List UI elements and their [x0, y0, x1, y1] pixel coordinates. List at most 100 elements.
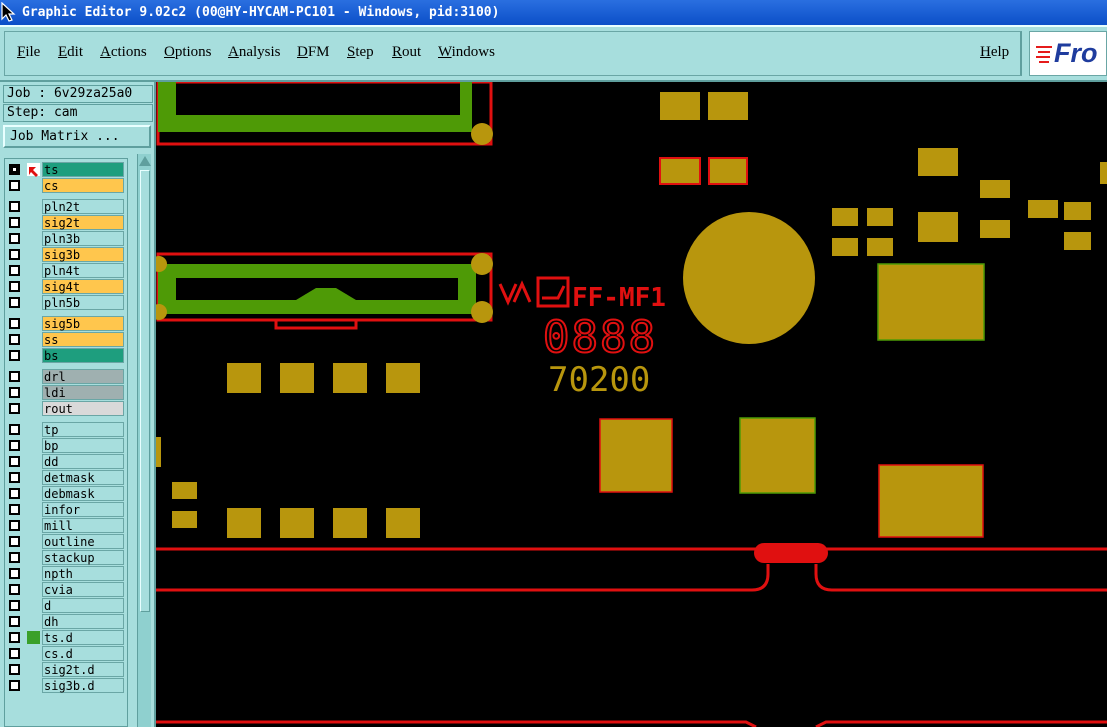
layer-row-debmask[interactable]: debmask [5, 486, 129, 502]
layer-checkbox[interactable] [9, 472, 20, 483]
layer-checkbox[interactable] [9, 334, 20, 345]
layer-row-drl[interactable]: drl [5, 369, 129, 385]
layer-checkbox[interactable] [9, 387, 20, 398]
layer-name-label[interactable]: drl [42, 369, 124, 384]
layer-checkbox[interactable] [9, 664, 20, 675]
layer-name-label[interactable]: ss [42, 332, 124, 347]
layer-name-label[interactable]: cvia [42, 582, 124, 597]
layer-row-bp[interactable]: bp [5, 438, 129, 454]
layer-checkbox[interactable] [9, 680, 20, 691]
layer-row-sig2t-d[interactable]: sig2t.d [5, 662, 129, 678]
layer-checkbox[interactable] [9, 632, 20, 643]
layer-checkbox[interactable] [9, 616, 20, 627]
layer-row-d[interactable]: d [5, 598, 129, 614]
layer-checkbox[interactable] [9, 217, 20, 228]
layer-name-label[interactable]: sig3b.d [42, 678, 124, 693]
layer-row-stackup[interactable]: stackup [5, 550, 129, 566]
layer-name-label[interactable]: sig2t [42, 215, 124, 230]
layer-name-label[interactable]: pln3b [42, 231, 124, 246]
menu-analysis[interactable]: Analysis [228, 44, 281, 61]
layer-checkbox[interactable] [9, 164, 20, 175]
layer-checkbox[interactable] [9, 440, 20, 451]
layer-row-cvia[interactable]: cvia [5, 582, 129, 598]
layer-name-label[interactable]: sig2t.d [42, 662, 124, 677]
layer-row-ldi[interactable]: ldi [5, 385, 129, 401]
layer-name-label[interactable]: ldi [42, 385, 124, 400]
layer-checkbox[interactable] [9, 201, 20, 212]
scroll-up-arrow-icon[interactable] [139, 156, 151, 166]
layer-checkbox[interactable] [9, 265, 20, 276]
layer-checkbox[interactable] [9, 180, 20, 191]
layer-checkbox[interactable] [9, 504, 20, 515]
layer-row-cs-d[interactable]: cs.d [5, 646, 129, 662]
layer-row-sig3b[interactable]: sig3b [5, 247, 129, 263]
layer-name-label[interactable]: mill [42, 518, 124, 533]
layer-checkbox[interactable] [9, 371, 20, 382]
layer-name-label[interactable]: ts.d [42, 630, 124, 645]
layer-row-mill[interactable]: mill [5, 518, 129, 534]
layer-checkbox[interactable] [9, 552, 20, 563]
menu-dfm[interactable]: DFM [297, 44, 330, 61]
layer-name-label[interactable]: pln5b [42, 295, 124, 310]
layer-checkbox[interactable] [9, 600, 20, 611]
layer-checkbox[interactable] [9, 584, 20, 595]
menu-actions[interactable]: Actions [100, 44, 147, 61]
layer-name-label[interactable]: sig5b [42, 316, 124, 331]
layer-row-npth[interactable]: npth [5, 566, 129, 582]
layer-row-ts[interactable]: ts [5, 162, 129, 178]
layer-name-label[interactable]: tp [42, 422, 124, 437]
layer-row-cs[interactable]: cs [5, 178, 129, 194]
layer-row-dh[interactable]: dh [5, 614, 129, 630]
menu-options[interactable]: Options [164, 44, 212, 61]
layer-name-label[interactable]: bp [42, 438, 124, 453]
layer-name-label[interactable]: pln4t [42, 263, 124, 278]
layer-name-label[interactable]: outline [42, 534, 124, 549]
layer-name-label[interactable]: debmask [42, 486, 124, 501]
layer-name-label[interactable]: cs.d [42, 646, 124, 661]
layer-row-infor[interactable]: infor [5, 502, 129, 518]
layer-name-label[interactable]: cs [42, 178, 124, 193]
affected-layer-indicator[interactable] [27, 631, 40, 644]
layer-name-label[interactable]: dd [42, 454, 124, 469]
job-matrix-button[interactable]: Job Matrix ... [3, 125, 151, 148]
layer-name-label[interactable]: rout [42, 401, 124, 416]
layer-checkbox[interactable] [9, 281, 20, 292]
layer-name-label[interactable]: sig3b [42, 247, 124, 262]
layer-row-detmask[interactable]: detmask [5, 470, 129, 486]
menu-step[interactable]: Step [347, 44, 374, 61]
layer-checkbox[interactable] [9, 568, 20, 579]
layer-checkbox[interactable] [9, 318, 20, 329]
scroll-thumb[interactable] [140, 170, 150, 612]
layer-name-label[interactable]: stackup [42, 550, 124, 565]
layer-row-sig5b[interactable]: sig5b [5, 316, 129, 332]
layer-row-pln2t[interactable]: pln2t [5, 199, 129, 215]
layer-name-label[interactable]: pln2t [42, 199, 124, 214]
layer-name-label[interactable]: d [42, 598, 124, 613]
layer-name-label[interactable]: dh [42, 614, 124, 629]
layer-row-tp[interactable]: tp [5, 422, 129, 438]
layer-checkbox[interactable] [9, 403, 20, 414]
layer-row-pln3b[interactable]: pln3b [5, 231, 129, 247]
menu-file[interactable]: File [17, 44, 40, 61]
layer-name-label[interactable]: sig4t [42, 279, 124, 294]
layer-row-pln4t[interactable]: pln4t [5, 263, 129, 279]
layer-row-pln5b[interactable]: pln5b [5, 295, 129, 311]
layer-checkbox[interactable] [9, 249, 20, 260]
layer-row-ss[interactable]: ss [5, 332, 129, 348]
layer-name-label[interactable]: ts [42, 162, 124, 177]
layer-checkbox[interactable] [9, 233, 20, 244]
layer-checkbox[interactable] [9, 456, 20, 467]
graphic-canvas[interactable]: FF-MF1 0888 70200 [156, 82, 1107, 727]
layer-checkbox[interactable] [9, 488, 20, 499]
layer-row-sig4t[interactable]: sig4t [5, 279, 129, 295]
menu-help[interactable]: Help [980, 44, 1009, 61]
layer-checkbox[interactable] [9, 424, 20, 435]
layer-name-label[interactable]: bs [42, 348, 124, 363]
layer-checkbox[interactable] [9, 520, 20, 531]
layer-row-sig3b-d[interactable]: sig3b.d [5, 678, 129, 694]
layer-row-dd[interactable]: dd [5, 454, 129, 470]
layer-checkbox[interactable] [9, 350, 20, 361]
layer-row-rout[interactable]: rout [5, 401, 129, 417]
layer-name-label[interactable]: npth [42, 566, 124, 581]
layer-name-label[interactable]: detmask [42, 470, 124, 485]
